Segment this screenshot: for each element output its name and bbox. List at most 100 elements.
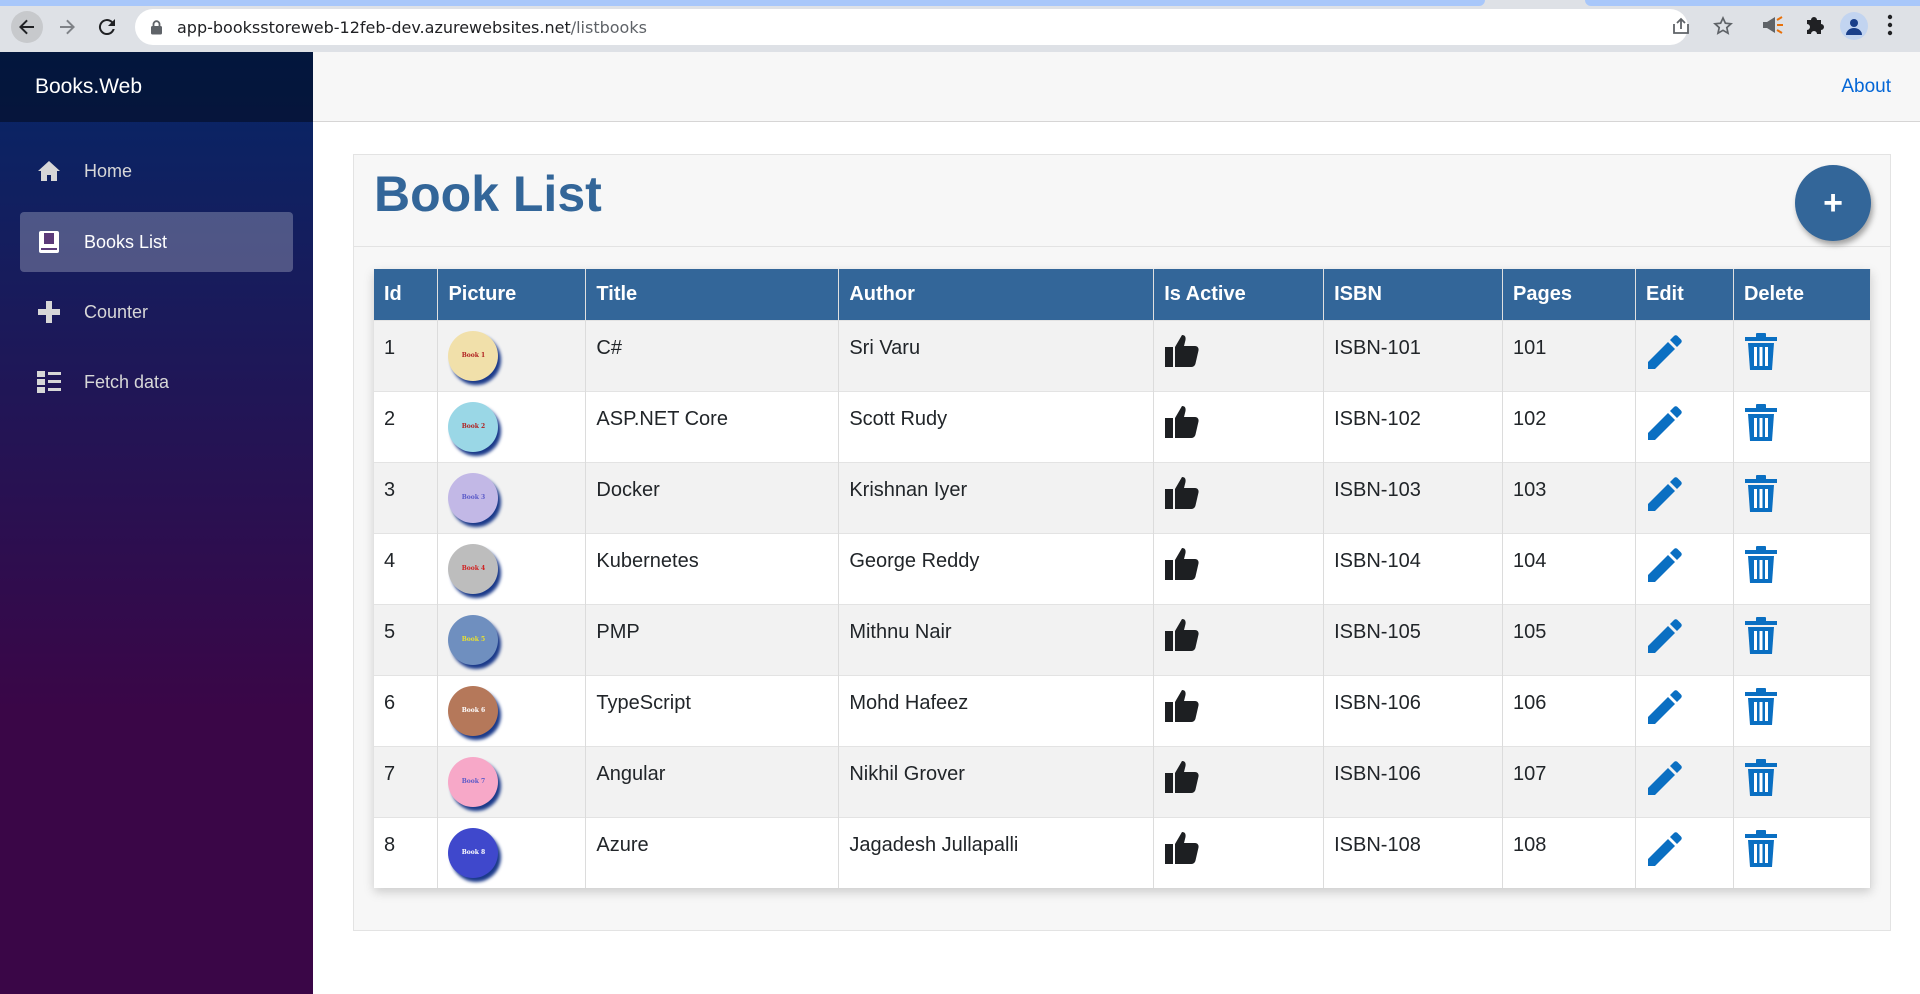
trash-icon[interactable]: [1744, 616, 1778, 655]
trash-icon[interactable]: [1744, 545, 1778, 584]
trash-icon[interactable]: [1744, 758, 1778, 797]
cell-id: 8: [374, 816, 439, 888]
table-row: 6 Book 6 TypeScript Mohd Hafeez ISBN-106…: [374, 674, 1872, 746]
cell-isbn: ISBN-105: [1323, 603, 1504, 675]
trash-icon[interactable]: [1744, 829, 1778, 868]
bookmark-star-icon[interactable]: [1713, 16, 1733, 36]
cell-delete: [1733, 532, 1872, 604]
book-cover-image: Book 3: [448, 472, 499, 523]
url-text[interactable]: app-booksstoreweb-12feb-dev.azurewebsite…: [177, 18, 647, 37]
sidebar-item-books-list[interactable]: Books List: [20, 212, 293, 272]
trash-icon[interactable]: [1744, 332, 1778, 371]
cell-edit: [1635, 674, 1734, 746]
book-cover-image: Book 7: [448, 756, 499, 807]
trash-icon[interactable]: [1744, 687, 1778, 726]
thumbs-up-icon: [1165, 476, 1199, 509]
cell-isbn: ISBN-108: [1323, 816, 1504, 888]
sidebar-item-home[interactable]: Home: [20, 141, 293, 201]
cell-delete: [1733, 745, 1872, 817]
book-title: TypeScript: [596, 691, 691, 714]
book-icon: [36, 229, 62, 255]
cell-isbn: ISBN-102: [1323, 390, 1504, 462]
table-row: 2 Book 2 ASP.NET Core Scott Rudy ISBN-10…: [374, 390, 1872, 462]
book-cover-image: Book 6: [448, 685, 499, 736]
cell-pages: 102: [1502, 390, 1636, 462]
cell-title: Docker: [585, 461, 840, 533]
book-isbn: ISBN-106: [1334, 691, 1421, 714]
book-table: Id Picture Title Author Is Active ISBN P…: [374, 269, 1872, 888]
url-host: app-booksstoreweb-12feb-dev.azurewebsite…: [177, 18, 571, 37]
sidebar: Books.Web Home Books List Counter Fetch: [0, 52, 313, 994]
cell-delete: [1733, 390, 1872, 462]
column-header-edit: Edit: [1635, 269, 1734, 320]
table-row: 8 Book 8 Azure Jagadesh Jullapalli ISBN-…: [374, 816, 1872, 888]
edit-pencil-icon[interactable]: [1646, 546, 1684, 584]
forward-button[interactable]: [51, 11, 83, 43]
edit-pencil-icon[interactable]: [1646, 617, 1684, 655]
book-pages: 101: [1513, 336, 1547, 359]
book-id: 1: [384, 336, 396, 359]
address-bar[interactable]: app-booksstoreweb-12feb-dev.azurewebsite…: [135, 9, 1688, 45]
book-isbn: ISBN-103: [1334, 478, 1421, 501]
column-header-isbn: ISBN: [1323, 269, 1504, 320]
sidebar-item-label: Counter: [84, 301, 149, 322]
book-cover-image: Book 4: [448, 543, 499, 594]
book-id: 6: [384, 691, 396, 714]
profile-avatar[interactable]: [1840, 12, 1868, 40]
thumbs-up-icon: [1165, 547, 1199, 580]
add-book-button[interactable]: +: [1795, 165, 1871, 241]
edit-pencil-icon[interactable]: [1646, 404, 1684, 442]
cell-title: Angular: [585, 745, 840, 817]
book-table-wrapper: Id Picture Title Author Is Active ISBN P…: [374, 269, 1872, 888]
sidebar-item-label: Fetch data: [84, 371, 170, 392]
thumbs-up-icon: [1165, 760, 1199, 793]
cell-edit: [1635, 461, 1734, 533]
table-row: 5 Book 5 PMP Mithnu Nair ISBN-105 105: [374, 603, 1872, 675]
tab-strip: [0, 0, 1920, 6]
book-cover-label: Book 2: [461, 423, 486, 430]
book-pages: 105: [1513, 620, 1547, 643]
cell-picture: Book 2: [437, 390, 587, 462]
more-menu-icon[interactable]: [1886, 14, 1894, 36]
trash-icon[interactable]: [1744, 474, 1778, 513]
brand-bar: Books.Web: [0, 52, 313, 122]
trash-icon[interactable]: [1744, 403, 1778, 442]
table-row: 7 Book 7 Angular Nikhil Grover ISBN-106 …: [374, 745, 1872, 817]
book-pages: 102: [1513, 407, 1547, 430]
megaphone-icon[interactable]: [1761, 14, 1785, 36]
column-header-picture: Picture: [437, 269, 587, 320]
cell-title: PMP: [585, 603, 840, 675]
cell-title: Azure: [585, 816, 840, 888]
cell-is-active: [1153, 390, 1325, 462]
cell-author: Jagadesh Jullapalli: [838, 816, 1155, 888]
edit-pencil-icon[interactable]: [1646, 759, 1684, 797]
edit-pencil-icon[interactable]: [1646, 475, 1684, 513]
edit-pencil-icon[interactable]: [1646, 688, 1684, 726]
card-header: Book List +: [354, 155, 1890, 247]
book-id: 3: [384, 478, 396, 501]
sidebar-item-label: Books List: [84, 231, 168, 252]
sidebar-item-counter[interactable]: Counter: [20, 282, 293, 342]
brand-link[interactable]: Books.Web: [35, 75, 142, 99]
share-icon[interactable]: [1671, 16, 1691, 36]
edit-pencil-icon[interactable]: [1646, 830, 1684, 868]
edit-pencil-icon[interactable]: [1646, 333, 1684, 371]
thumbs-up-icon: [1165, 689, 1199, 722]
cell-picture: Book 4: [437, 532, 587, 604]
sidebar-item-fetch-data[interactable]: Fetch data: [20, 352, 293, 412]
book-cover-label: Book 8: [461, 849, 486, 856]
cell-edit: [1635, 603, 1734, 675]
lock-icon[interactable]: [150, 20, 163, 35]
book-id: 8: [384, 833, 396, 856]
about-link[interactable]: About: [1841, 76, 1891, 98]
book-isbn: ISBN-108: [1334, 833, 1421, 856]
cell-pages: 106: [1502, 674, 1636, 746]
cell-picture: Book 7: [437, 745, 587, 817]
book-id: 5: [384, 620, 396, 643]
back-button[interactable]: [11, 11, 43, 43]
thumbs-up-icon: [1165, 618, 1199, 651]
reload-button[interactable]: [91, 11, 123, 43]
book-title: Kubernetes: [596, 549, 699, 572]
book-title: C#: [596, 336, 622, 359]
extensions-puzzle-icon[interactable]: [1803, 14, 1825, 36]
